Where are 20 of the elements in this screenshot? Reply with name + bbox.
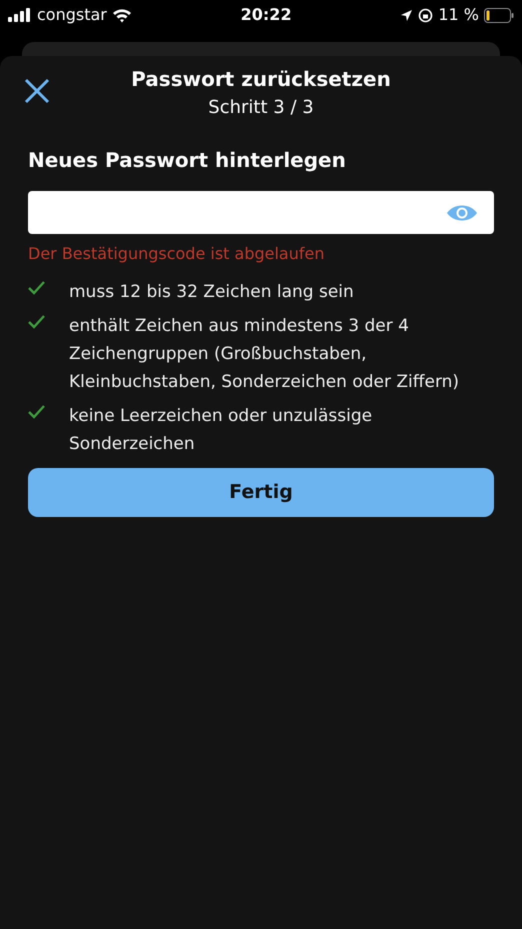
rotation-lock-icon	[418, 8, 434, 22]
location-icon	[400, 8, 414, 22]
signal-icon	[8, 8, 32, 22]
password-rule: enthält Zeichen aus mindestens 3 der 4 Zeichengruppen (Großbuchstaben, Kleinbuchstaben, Sonderzeichen oder Ziffern)	[69, 315, 460, 394]
password-field[interactable]	[28, 191, 494, 234]
submit-button[interactable]: Fertig	[28, 468, 494, 517]
eye-icon[interactable]	[446, 202, 478, 222]
close-button[interactable]	[24, 78, 50, 104]
password-rule: muss 12 bis 32 Zeichen lang sein	[69, 281, 354, 304]
step-indicator: Schritt 3 / 3	[208, 96, 314, 120]
battery-icon	[484, 8, 514, 22]
section-title: Neues Passwort hinterlegen	[28, 147, 347, 174]
carrier-name: congstar	[37, 4, 107, 26]
close-icon	[24, 78, 50, 104]
dialog-title: Passwort zurücksetzen	[131, 66, 391, 93]
password-rule: keine Leerzeichen oder unzulässige Sonderzeichen	[69, 405, 374, 456]
wifi-icon	[112, 8, 132, 22]
battery-percent: 11 %	[438, 4, 479, 26]
error-message: Der Bestätigungscode ist abgelaufen	[28, 243, 326, 265]
clock-time: 20:22	[240, 4, 292, 26]
